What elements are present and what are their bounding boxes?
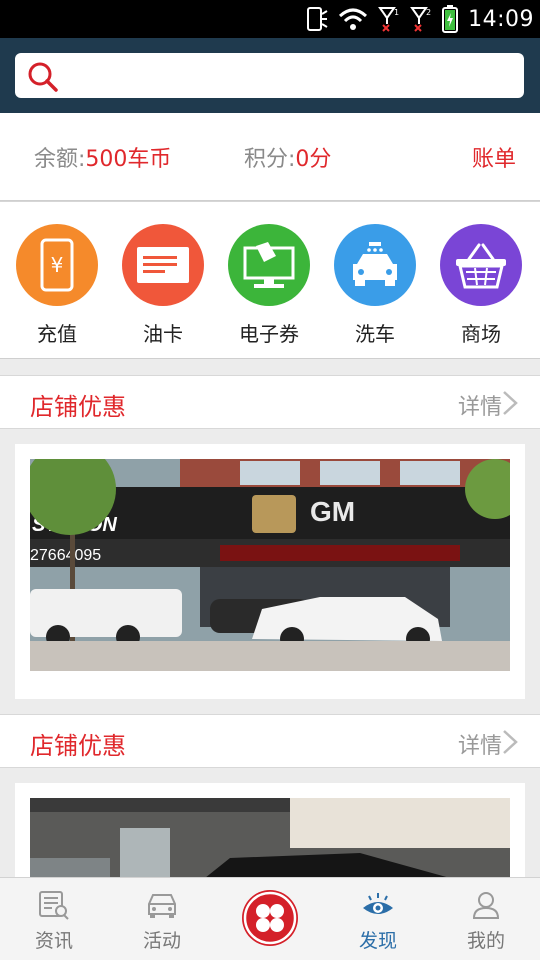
section-title: 店铺优惠 <box>30 393 126 421</box>
account-summary: 余额:500车币 积分:0分 账单 <box>0 113 540 201</box>
ecoupon-circle <box>228 224 310 306</box>
menu-label: 洗车 <box>355 322 395 346</box>
menu-item-car-wash[interactable]: 洗车 <box>322 224 428 347</box>
search-bar[interactable] <box>15 53 524 98</box>
phone-yen-icon: ¥ <box>40 238 74 292</box>
banner-phone-text: 27664095 <box>30 547 101 564</box>
signal-sim2-icon: 2 <box>410 7 431 32</box>
grid-circle-icon <box>243 891 297 945</box>
shop-offers-header[interactable]: 店铺优惠 详情 <box>0 375 540 429</box>
basket-icon <box>456 243 506 289</box>
chevron-right-icon <box>503 730 518 754</box>
home-center-button[interactable] <box>242 890 298 946</box>
menu-label: 充值 <box>37 322 77 346</box>
menu-item-fuel-card[interactable]: 油卡 <box>110 224 216 347</box>
mall-circle <box>440 224 522 306</box>
sim2-label: 2 <box>426 8 431 17</box>
details-link[interactable]: 详情 <box>458 728 502 760</box>
header <box>0 38 540 113</box>
storefront-photo: STATION GM 27664095 <box>30 459 510 671</box>
points-label: 积分: <box>244 147 296 172</box>
wifi-icon <box>339 8 368 30</box>
search-input[interactable] <box>71 59 511 92</box>
car-wash-icon <box>353 242 397 286</box>
sim1-label: 1 <box>394 8 399 17</box>
shop-offers-header[interactable]: 店铺优惠 详情 <box>0 714 540 768</box>
banner-brand-text: GM <box>310 496 355 527</box>
monitor-icon <box>243 242 295 288</box>
chevron-right-icon <box>503 391 518 415</box>
offer-card[interactable] <box>15 783 525 877</box>
eye-icon <box>363 893 393 914</box>
battery-icon <box>442 5 459 33</box>
offer-card[interactable]: STATION GM 27664095 <box>15 444 525 699</box>
menu-label: 商场 <box>461 322 501 346</box>
tab-label: 发现 <box>358 930 397 952</box>
bill-link[interactable]: 账单 <box>472 141 516 173</box>
tab-events[interactable]: 活动 <box>108 878 216 960</box>
search-icon <box>28 62 58 92</box>
tab-news[interactable]: 资讯 <box>0 878 108 960</box>
balance-value: 500车币 <box>85 147 172 172</box>
bottom-tab-bar: 资讯 活动 发现 我的 <box>0 877 540 960</box>
fuel-card-circle <box>122 224 204 306</box>
tab-discover[interactable]: 发现 <box>324 878 432 960</box>
news-icon <box>39 891 69 920</box>
tab-label: 活动 <box>142 930 181 952</box>
menu-item-recharge[interactable]: ¥ 充值 <box>4 224 110 347</box>
points-display: 积分:0分 <box>244 141 331 173</box>
details-link[interactable]: 详情 <box>458 389 502 421</box>
quick-menu: ¥ 充值 油卡 电子券 洗车 商场 <box>0 201 540 359</box>
menu-item-ecoupon[interactable]: 电子券 <box>216 224 322 347</box>
balance-display: 余额:500车币 <box>34 141 171 173</box>
signal-sim1-icon: 1 <box>378 7 399 32</box>
svg-text:¥: ¥ <box>51 253 64 277</box>
silent-phone-icon <box>307 7 328 31</box>
showroom-photo <box>30 798 510 877</box>
menu-label: 电子券 <box>239 322 299 346</box>
tab-label: 资讯 <box>34 930 73 952</box>
section-title: 店铺优惠 <box>30 732 126 760</box>
menu-item-mall[interactable]: 商场 <box>428 224 534 347</box>
showroom-image <box>30 798 510 877</box>
menu-label: 油卡 <box>143 322 183 346</box>
status-bar: 1 2 14:09 <box>0 0 540 38</box>
recharge-circle: ¥ <box>16 224 98 306</box>
tab-label: 我的 <box>466 930 505 952</box>
card-icon <box>137 247 189 283</box>
balance-label: 余额: <box>34 147 86 172</box>
clock: 14:09 <box>468 6 534 32</box>
car-wash-circle <box>334 224 416 306</box>
points-value: 0分 <box>295 147 332 172</box>
car-icon <box>148 894 176 918</box>
person-icon <box>472 892 500 919</box>
tab-mine[interactable]: 我的 <box>432 878 540 960</box>
storefront-image: STATION GM 27664095 <box>30 459 510 671</box>
